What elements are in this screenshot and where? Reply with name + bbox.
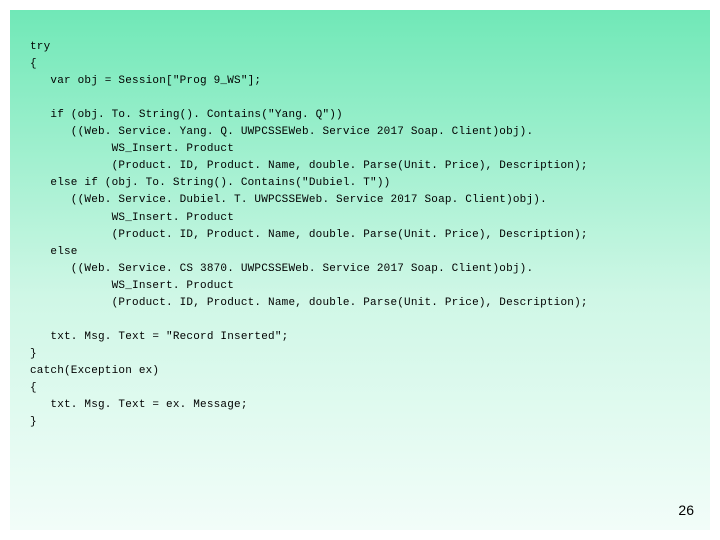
code-line: var obj = Session["Prog 9_WS"]; [30,75,261,87]
code-line: ((Web. Service. CS 3870. UWPCSSEWeb. Ser… [30,263,533,275]
code-line: (Product. ID, Product. Name, double. Par… [30,229,588,241]
page-number: 26 [678,500,694,522]
code-line: else if (obj. To. String(). Contains("Du… [30,177,390,189]
code-line: } [30,348,37,360]
code-block: try { var obj = Session["Prog 9_WS"]; if… [30,22,704,448]
code-line: txt. Msg. Text = ex. Message; [30,399,248,411]
code-line: (Product. ID, Product. Name, double. Par… [30,297,588,309]
code-line: { [30,382,37,394]
code-line: WS_Insert. Product [30,143,234,155]
code-line: WS_Insert. Product [30,280,234,292]
slide: try { var obj = Session["Prog 9_WS"]; if… [10,10,710,530]
code-line: catch(Exception ex) [30,365,159,377]
code-line: ((Web. Service. Yang. Q. UWPCSSEWeb. Ser… [30,126,533,138]
code-line: try [30,41,50,53]
code-line: } [30,416,37,428]
code-line: if (obj. To. String(). Contains("Yang. Q… [30,109,343,121]
code-line: else [30,246,78,258]
code-line: (Product. ID, Product. Name, double. Par… [30,160,588,172]
code-line: txt. Msg. Text = "Record Inserted"; [30,331,288,343]
code-line: WS_Insert. Product [30,212,234,224]
code-line: ((Web. Service. Dubiel. T. UWPCSSEWeb. S… [30,194,547,206]
code-line: { [30,58,37,70]
